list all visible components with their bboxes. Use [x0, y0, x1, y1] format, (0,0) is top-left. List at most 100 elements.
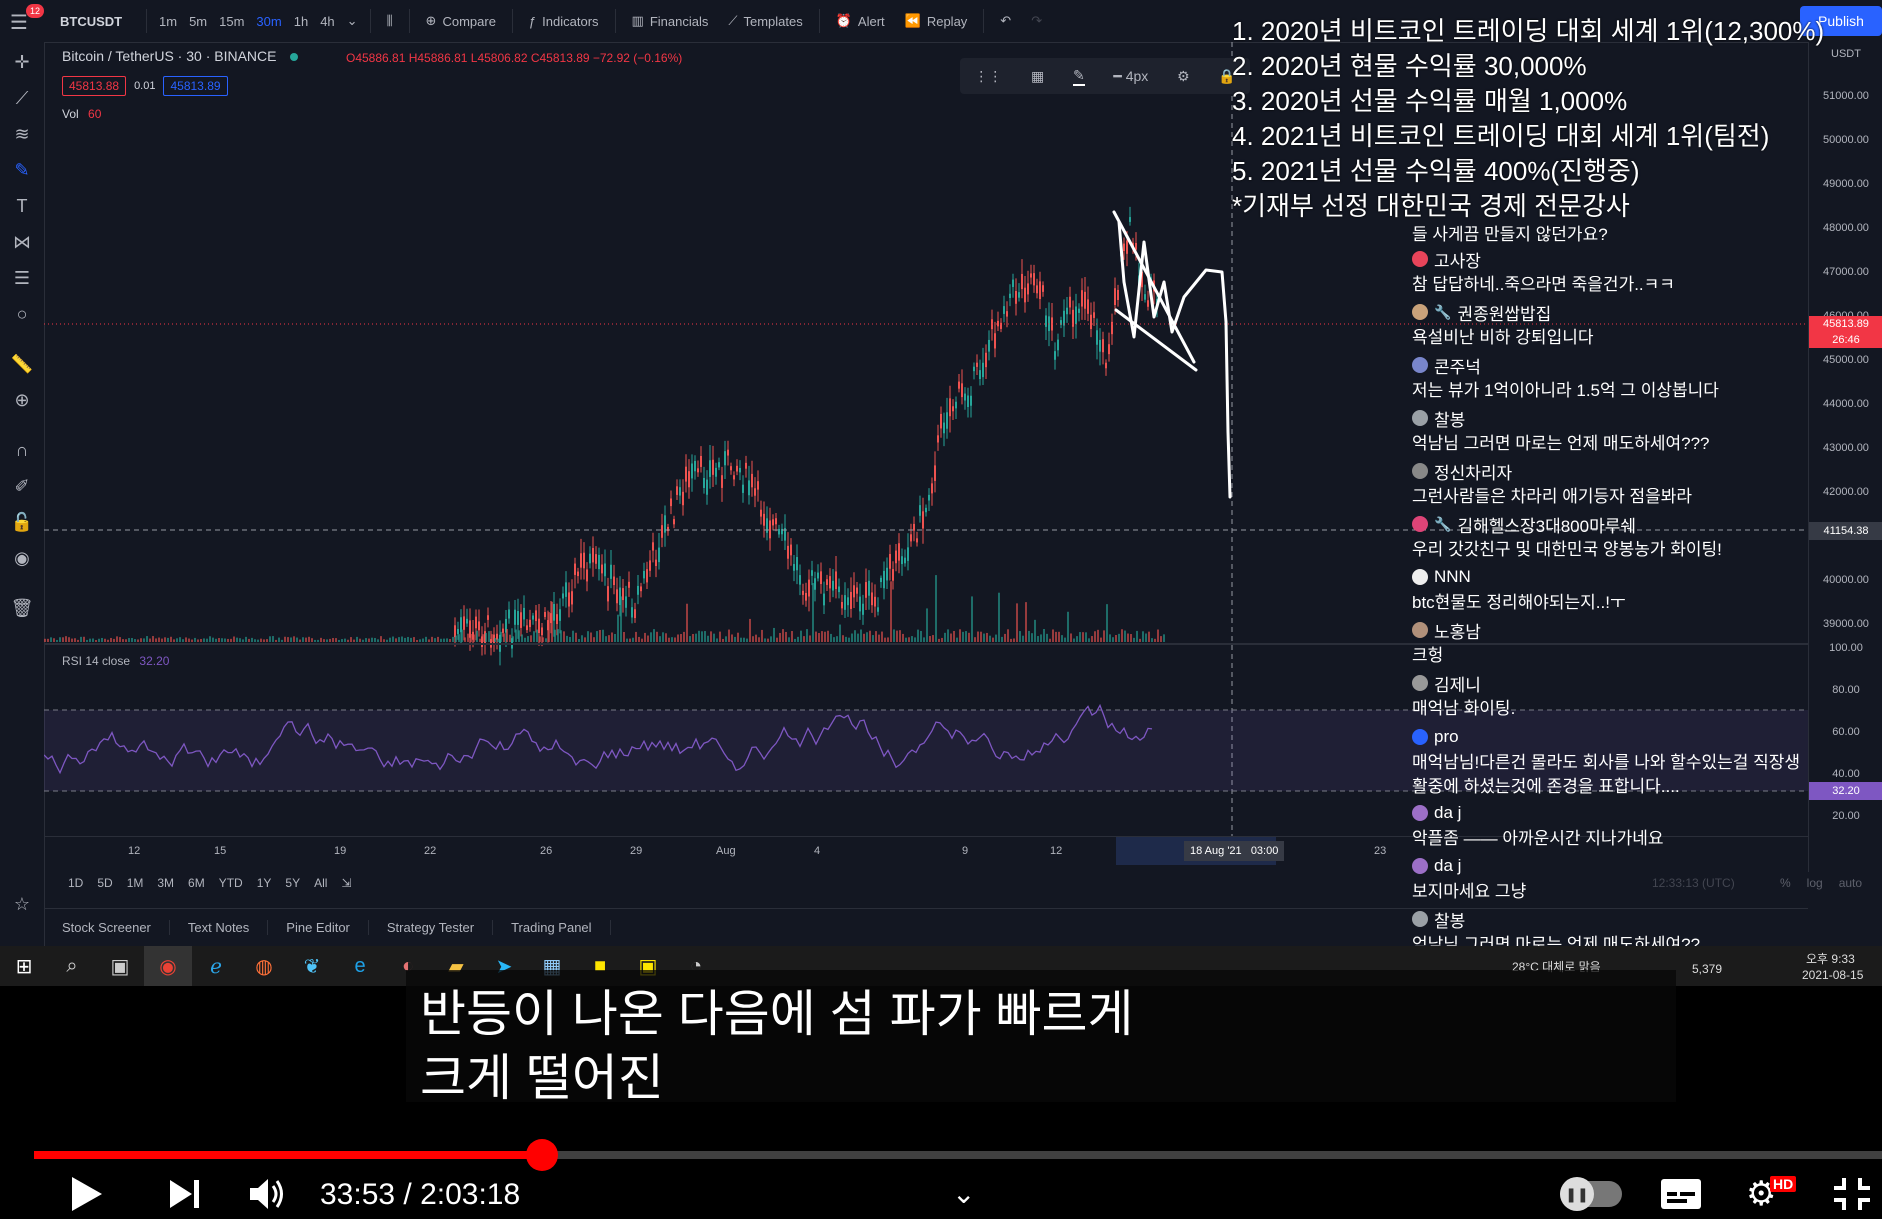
volume-bar: [182, 639, 184, 642]
candle-body: [613, 576, 615, 586]
ask-price[interactable]: 45813.89: [163, 76, 228, 96]
lock-drawing-icon[interactable]: ✐: [10, 474, 34, 498]
tab-stock-screener[interactable]: Stock Screener: [44, 919, 170, 935]
candle-body: [520, 612, 522, 628]
undo-button[interactable]: ↶: [1000, 13, 1011, 29]
bid-price[interactable]: 45813.88: [62, 76, 127, 96]
chevron-down-icon[interactable]: ⌄: [347, 13, 358, 29]
candle-body: [1045, 315, 1047, 327]
financials-button[interactable]: ▥ Financials: [632, 13, 709, 29]
text-icon[interactable]: T: [10, 194, 34, 218]
volume-bar: [134, 639, 136, 642]
trash-icon[interactable]: 🗑: [10, 596, 34, 620]
range-3m[interactable]: 3M: [157, 876, 174, 890]
lock-icon[interactable]: 🔓: [10, 510, 34, 534]
play-button[interactable]: [70, 1168, 104, 1219]
trendline-icon[interactable]: ⟋: [10, 86, 34, 110]
scrubber-handle[interactable]: [525, 1139, 558, 1171]
volume-bar: [959, 629, 961, 642]
range-1y[interactable]: 1Y: [257, 876, 272, 890]
tab-strategy-tester[interactable]: Strategy Tester: [369, 919, 494, 935]
tab-pine-editor[interactable]: Pine Editor: [268, 919, 369, 935]
chart-title[interactable]: Bitcoin / TetherUS · 30 · BINANCE: [62, 48, 276, 64]
volume-bar: [926, 608, 928, 642]
firefox-icon[interactable]: ◍: [240, 946, 288, 986]
taskbar-date[interactable]: 2021-08-15: [1802, 968, 1863, 982]
auto-toggle[interactable]: auto: [1839, 876, 1862, 890]
zoom-icon[interactable]: ⊕: [10, 388, 34, 412]
pencil-color-icon[interactable]: ✎: [1072, 67, 1085, 86]
replay-button[interactable]: ⏪ Replay: [905, 13, 968, 29]
volume-bar: [413, 637, 415, 642]
alert-button[interactable]: ⏰ Alert: [836, 13, 885, 29]
tab-trading-panel[interactable]: Trading Panel: [493, 919, 611, 935]
crosshair-icon[interactable]: ✛: [10, 50, 34, 74]
pattern-icon[interactable]: ⋈: [10, 230, 34, 254]
exit-fullscreen-button[interactable]: [1832, 1168, 1872, 1219]
bird-app-icon[interactable]: ❦: [288, 946, 336, 986]
templates-grid-icon[interactable]: ▦: [1031, 68, 1044, 85]
goto-date-icon[interactable]: ⇲: [341, 876, 351, 890]
ruler-icon[interactable]: 📏: [10, 352, 34, 376]
timeframe-1m[interactable]: 1m: [159, 14, 177, 29]
star-icon[interactable]: ☆: [10, 892, 34, 916]
eye-icon[interactable]: ◉: [10, 546, 34, 570]
templates-button[interactable]: ⟋ Templates: [728, 13, 802, 29]
volume-bar: [368, 638, 370, 642]
fib-icon[interactable]: ≋: [10, 122, 34, 146]
redo-button[interactable]: ↷: [1031, 13, 1042, 29]
chevron-down-icon[interactable]: ⌄: [952, 1168, 975, 1219]
edge-icon[interactable]: ℯ: [192, 946, 240, 986]
ie-icon[interactable]: e: [336, 946, 384, 986]
indicators-button[interactable]: ƒ Indicators: [529, 14, 599, 29]
range-5y[interactable]: 5Y: [285, 876, 300, 890]
autoplay-toggle[interactable]: ❚❚: [1560, 1168, 1622, 1219]
shape-icon[interactable]: ○: [10, 302, 34, 326]
chrome-icon[interactable]: ◉: [144, 946, 192, 986]
volume-button[interactable]: [248, 1168, 288, 1219]
timeframe-4h[interactable]: 4h: [320, 14, 334, 29]
magnet-icon[interactable]: ∩: [10, 438, 34, 462]
candle-body: [643, 570, 645, 579]
brush-icon[interactable]: ✎: [10, 158, 34, 182]
task-view-icon[interactable]: ▣: [96, 946, 144, 986]
subtitles-button[interactable]: [1660, 1168, 1702, 1219]
volume-legend: Vol 60: [62, 107, 102, 121]
settings-button[interactable]: ⚙ HD: [1746, 1168, 1797, 1219]
volume-bar: [209, 636, 211, 642]
line-width-button[interactable]: ━ 4px: [1113, 68, 1148, 85]
play-icon: [72, 1176, 102, 1211]
candle-body: [1069, 296, 1071, 308]
timeframe-5m[interactable]: 5m: [189, 14, 207, 29]
candle-body: [1084, 291, 1086, 309]
windows-start-icon[interactable]: ⊞: [0, 946, 48, 986]
search-icon[interactable]: ⌕: [48, 946, 96, 986]
next-button[interactable]: [168, 1168, 202, 1219]
drag-handle-icon[interactable]: ⋮⋮: [974, 68, 1002, 85]
timeframe-15m[interactable]: 15m: [219, 14, 244, 29]
forecast-icon[interactable]: ☰: [10, 266, 34, 290]
range-6m[interactable]: 6M: [188, 876, 205, 890]
candle-body: [682, 491, 684, 506]
volume-bar: [113, 638, 115, 642]
range-1d[interactable]: 1D: [68, 876, 83, 890]
overlay-line: 4. 2021년 비트코인 트레이딩 대회 세계 1위(팀전): [1232, 121, 1770, 151]
taskbar-time[interactable]: 오후 9:33: [1806, 950, 1855, 967]
range-5d[interactable]: 5D: [97, 876, 112, 890]
timeframe-30m[interactable]: 30m: [256, 14, 281, 29]
candle-type-button[interactable]: ⫼: [387, 13, 393, 29]
compare-button[interactable]: ⊕ Compare: [426, 13, 496, 29]
volume-bar: [428, 639, 430, 642]
symbol-search[interactable]: BTCUSDT: [60, 14, 140, 29]
timeframe-1h[interactable]: 1h: [294, 14, 308, 29]
range-all[interactable]: All: [314, 876, 327, 890]
range-ytd[interactable]: YTD: [219, 876, 243, 890]
candle-body: [610, 564, 612, 579]
tab-text-notes[interactable]: Text Notes: [170, 919, 269, 935]
range-1m[interactable]: 1M: [127, 876, 144, 890]
time-tick: 22: [424, 845, 437, 857]
settings-gear-icon[interactable]: ⚙: [1177, 68, 1190, 85]
chat-message: 고사장 참 답답하네..죽으라면 죽을건가..ㅋㅋ: [1412, 248, 1832, 294]
candle-body: [532, 615, 534, 620]
volume-bar: [1133, 637, 1135, 642]
